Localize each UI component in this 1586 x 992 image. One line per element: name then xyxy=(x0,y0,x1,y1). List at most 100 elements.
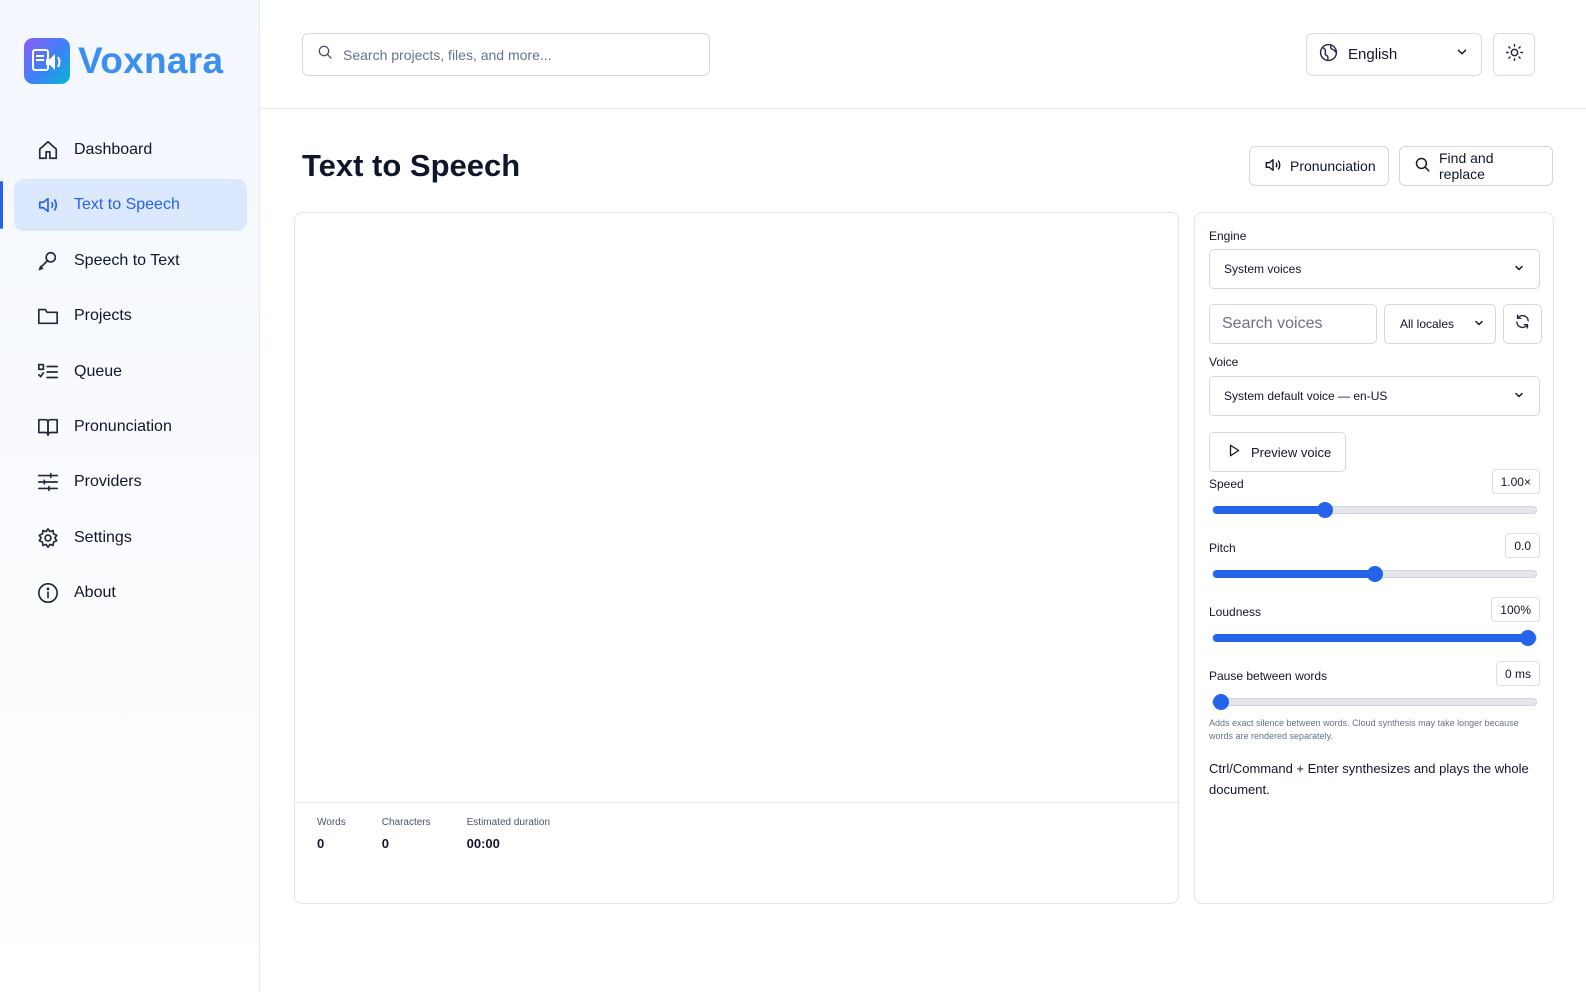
slider-value: 100% xyxy=(1491,597,1540,622)
stat-label: Estimated duration xyxy=(466,817,551,828)
stat-estimated-duration: Estimated duration 00:00 xyxy=(467,805,550,851)
slider-fill xyxy=(1213,570,1375,578)
sidebar-item-settings[interactable]: Settings xyxy=(14,512,247,564)
sidebar-item-dashboard[interactable]: Dashboard xyxy=(14,124,247,176)
chevron-down-icon xyxy=(1513,389,1525,404)
slider-fill xyxy=(1213,634,1528,642)
book-icon xyxy=(36,415,60,439)
sidebar: Voxnara Dashboard Text to Speech Speech … xyxy=(0,0,260,992)
engine-select[interactable]: System voices xyxy=(1209,249,1540,289)
sidebar-item-label: Text to Speech xyxy=(74,196,180,214)
slider-label: Loudness xyxy=(1209,605,1262,619)
sidebar-item-label: Queue xyxy=(74,362,123,380)
voice-select-value: System default voice — en-US xyxy=(1224,389,1388,403)
stat-characters: Characters 0 xyxy=(382,805,431,851)
info-icon xyxy=(36,581,60,605)
sun-icon xyxy=(1505,43,1524,67)
sidebar-item-label: Speech to Text xyxy=(74,251,180,269)
language-label: English xyxy=(1348,46,1398,63)
pronunciation-button-label: Pronunciation xyxy=(1290,158,1376,174)
stat-value: 00:00 xyxy=(466,836,500,851)
preview-voice-label: Preview voice xyxy=(1251,444,1332,460)
sidebar-item-label: Pronunciation xyxy=(74,417,172,435)
sidebar-item-projects[interactable]: Projects xyxy=(14,290,247,342)
voice-select[interactable]: System default voice — en-US xyxy=(1209,376,1540,416)
brand-name: Voxnara xyxy=(78,40,224,81)
find-replace-button[interactable]: Find and replace xyxy=(1399,146,1553,186)
sidebar-item-label: Providers xyxy=(74,473,142,491)
find-replace-button-label: Find and replace xyxy=(1439,150,1494,182)
voice-search-field[interactable] xyxy=(1209,304,1377,344)
theme-toggle-button[interactable] xyxy=(1493,33,1535,76)
slider-label: Pitch xyxy=(1209,541,1236,555)
sidebar-item-label: About xyxy=(74,584,116,602)
chevron-down-icon xyxy=(1473,317,1485,332)
pronunciation-button[interactable]: Pronunciation xyxy=(1249,146,1389,186)
sidebar-item-label: Projects xyxy=(74,307,132,325)
voice-search-input[interactable] xyxy=(1222,305,1364,343)
sidebar-item-pronunciation[interactable]: Pronunciation xyxy=(14,401,247,453)
chevron-down-icon xyxy=(1455,45,1469,64)
slider-value: 0.0 xyxy=(1505,533,1540,558)
speaker-icon xyxy=(1264,156,1282,177)
voice-settings-panel: Engine System voices All locales Voice S… xyxy=(1194,212,1554,904)
text-editor-area[interactable] xyxy=(295,213,1178,803)
folder-icon xyxy=(36,304,60,328)
sidebar-item-label: Settings xyxy=(74,528,132,546)
slider-value: 0 ms xyxy=(1495,661,1540,686)
slider-fill xyxy=(1213,506,1326,514)
stat-label: Words xyxy=(317,817,346,828)
gear-icon xyxy=(36,526,60,550)
slider-label: Pause between words xyxy=(1209,669,1328,683)
slider-thumb[interactable] xyxy=(1366,566,1383,582)
engine-select-value: System voices xyxy=(1224,262,1302,276)
search-input[interactable] xyxy=(343,46,683,63)
home-icon xyxy=(36,138,60,162)
search-icon xyxy=(317,44,333,65)
sidebar-item-about[interactable]: About xyxy=(14,567,247,619)
document-stats: Words 0 Characters 0 Estimated duration … xyxy=(317,805,586,851)
slider-thumb[interactable] xyxy=(1213,694,1229,710)
voice-label: Voice xyxy=(1209,355,1239,369)
global-search[interactable] xyxy=(302,33,710,76)
chevron-down-icon xyxy=(1513,262,1525,277)
refresh-voices-button[interactable] xyxy=(1503,304,1542,344)
text-editor-card: Words 0 Characters 0 Estimated duration … xyxy=(294,212,1179,904)
sidebar-item-text-to-speech[interactable]: Text to Speech xyxy=(0,179,247,232)
stat-label: Characters xyxy=(381,817,431,828)
app-window: Voxnara Dashboard Text to Speech Speech … xyxy=(0,0,1586,992)
sidebar-item-label: Dashboard xyxy=(74,141,153,158)
topbar: English xyxy=(260,0,1586,109)
speed-slider[interactable] xyxy=(1212,502,1537,518)
slider-label: Speed xyxy=(1209,477,1244,491)
sidebar-nav: Dashboard Text to Speech Speech to Text … xyxy=(0,124,247,623)
pause-hint-text: Adds exact silence between words. Cloud … xyxy=(1209,718,1519,741)
slider-value: 1.00× xyxy=(1491,469,1540,494)
loudness-slider[interactable] xyxy=(1212,630,1537,646)
pause-slider[interactable] xyxy=(1212,694,1537,710)
slider-thumb[interactable] xyxy=(1317,502,1334,518)
brand[interactable]: Voxnara xyxy=(24,38,223,84)
logo-icon xyxy=(24,38,70,84)
sidebar-item-speech-to-text[interactable]: Speech to Text xyxy=(14,235,247,287)
microphone-icon xyxy=(36,249,60,273)
stat-value: 0 xyxy=(317,836,325,851)
engine-label: Engine xyxy=(1209,229,1247,243)
locale-select-value: All locales xyxy=(1400,317,1455,331)
language-select[interactable]: English xyxy=(1306,33,1482,76)
globe-icon xyxy=(1319,43,1338,67)
sidebar-item-providers[interactable]: Providers xyxy=(14,456,247,508)
refresh-icon xyxy=(1514,313,1531,335)
locale-select[interactable]: All locales xyxy=(1384,304,1496,344)
play-icon xyxy=(1227,443,1241,461)
search-icon xyxy=(1414,156,1431,176)
shortcut-hint-text: Ctrl/Command + Enter synthesizes and pla… xyxy=(1209,761,1529,797)
stat-words: Words 0 xyxy=(317,805,346,851)
list-check-icon xyxy=(36,360,60,384)
preview-voice-button[interactable]: Preview voice xyxy=(1209,432,1346,472)
sidebar-item-queue[interactable]: Queue xyxy=(14,346,247,398)
slider-thumb[interactable] xyxy=(1520,630,1536,646)
sliders-icon xyxy=(36,470,60,494)
pitch-slider[interactable] xyxy=(1212,566,1537,582)
page-title: Text to Speech xyxy=(302,148,521,183)
